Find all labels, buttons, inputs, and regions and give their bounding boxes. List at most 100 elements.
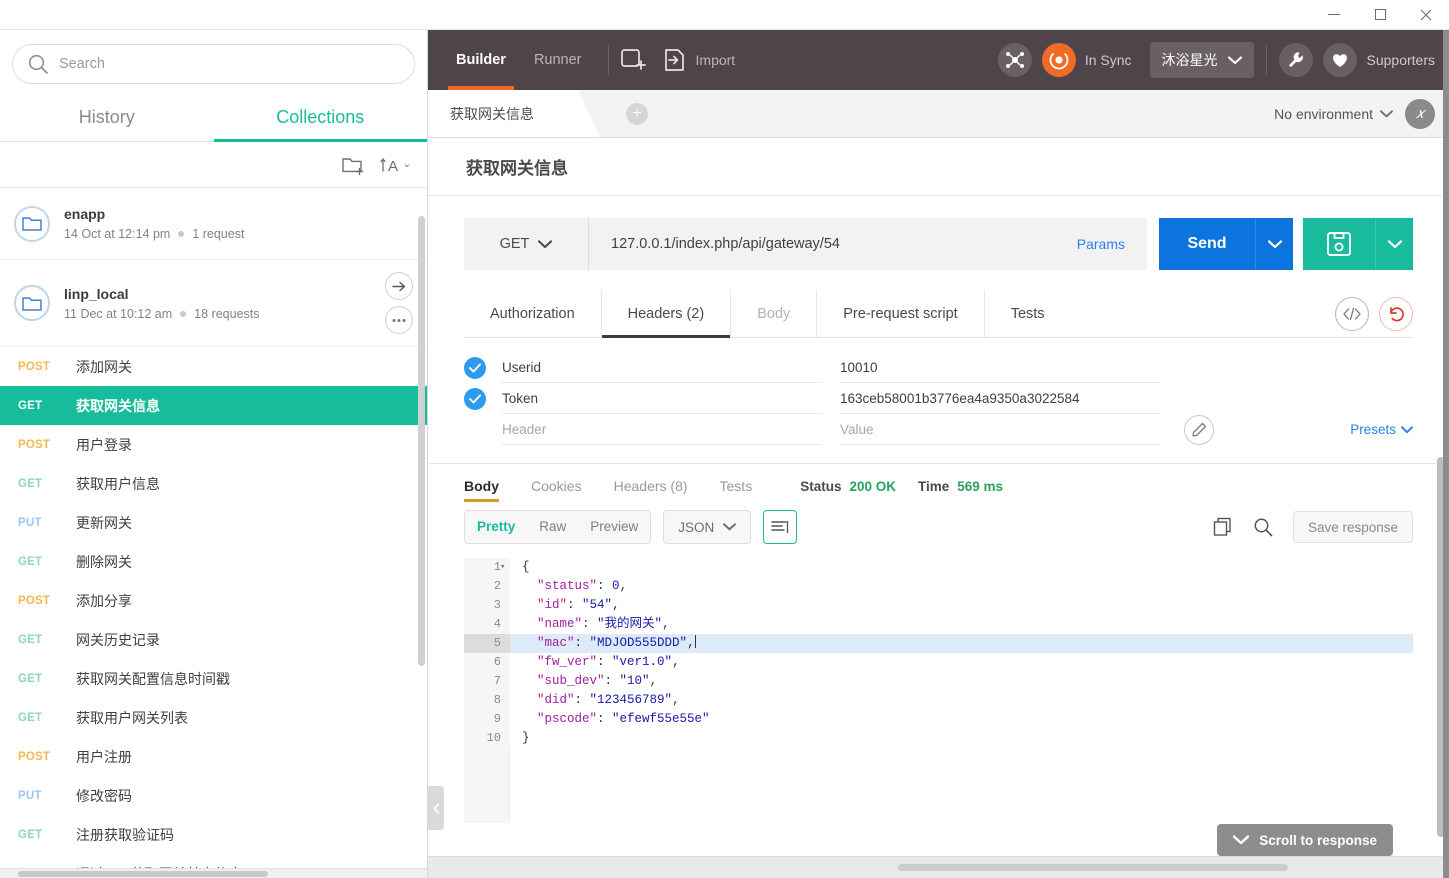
- save-options-button[interactable]: [1375, 218, 1413, 270]
- search-input[interactable]: [59, 56, 400, 72]
- code-brackets-icon[interactable]: [1335, 297, 1369, 331]
- scrollbar-thumb[interactable]: [18, 871, 268, 877]
- code-line: 1 ▾ {: [464, 558, 1413, 577]
- scroll-to-response-button[interactable]: Scroll to response: [1217, 824, 1393, 856]
- pencil-icon[interactable]: [1184, 414, 1214, 445]
- tab-collections[interactable]: Collections: [213, 94, 428, 142]
- window-minimize-button[interactable]: [1311, 0, 1357, 30]
- tab-authorization[interactable]: Authorization: [464, 290, 601, 337]
- window-close-button[interactable]: [1403, 0, 1449, 30]
- line-number: 3: [464, 596, 510, 615]
- fold-arrow-icon[interactable]: ▾: [500, 558, 505, 577]
- user-menu[interactable]: 沐浴星光: [1149, 42, 1254, 78]
- request-name: 获取用户网关列表: [76, 709, 188, 726]
- copy-icon[interactable]: [1213, 517, 1233, 537]
- wrench-icon[interactable]: [1278, 43, 1313, 77]
- scroll-to-response-label: Scroll to response: [1259, 832, 1377, 848]
- network-icon[interactable]: [997, 43, 1032, 77]
- response-format-selector[interactable]: JSON: [663, 510, 752, 544]
- send-options-button[interactable]: [1255, 218, 1293, 270]
- sidebar-horizontal-scrollbar[interactable]: [0, 868, 427, 878]
- http-method-selector[interactable]: GET: [464, 218, 589, 270]
- request-list-item[interactable]: GET 获取网关信息: [0, 386, 427, 425]
- tab-pre-request-script[interactable]: Pre-request script: [816, 290, 983, 337]
- request-list-item[interactable]: POST 用户注册: [0, 737, 427, 776]
- request-list-item[interactable]: PUT 更新网关: [0, 503, 427, 542]
- header-key[interactable]: Token: [502, 383, 822, 414]
- request-tab-active[interactable]: 获取网关信息: [428, 90, 578, 137]
- response-tab-headers[interactable]: Headers (8): [598, 478, 704, 508]
- ellipsis-icon[interactable]: [385, 306, 413, 334]
- search-box[interactable]: [12, 44, 415, 84]
- sort-alpha-ascending-icon[interactable]: A ⌄: [379, 155, 411, 175]
- response-tab-cookies[interactable]: Cookies: [515, 478, 598, 508]
- user-name: 沐浴星光: [1161, 52, 1218, 68]
- chevron-down-icon: [1380, 109, 1393, 118]
- presets-button[interactable]: Presets: [1350, 422, 1413, 437]
- code-text: "status": 0,: [537, 579, 628, 593]
- response-tab-tests[interactable]: Tests: [704, 478, 769, 508]
- header-value[interactable]: 163ceb58001b3776ea4a9350a3022584: [840, 383, 1160, 414]
- collection-row-linp-local[interactable]: linp_local 11 Dec at 10:12 am 18 request…: [0, 260, 427, 347]
- url-input[interactable]: [589, 236, 1055, 252]
- header-key-placeholder[interactable]: Header: [502, 414, 822, 445]
- status-label: Status: [800, 478, 842, 494]
- plus-icon[interactable]: +: [626, 102, 648, 125]
- tab-headers[interactable]: Headers (2): [600, 290, 731, 338]
- response-view-mode-group: Pretty Raw Preview: [464, 510, 652, 544]
- params-button[interactable]: Params: [1055, 218, 1147, 270]
- request-list-item[interactable]: POST 添加分享: [0, 581, 427, 620]
- eye-variable-icon[interactable]: 𝑥: [1405, 98, 1435, 129]
- supporters-label[interactable]: Supporters: [1367, 52, 1435, 68]
- header-enabled-checkbox[interactable]: [464, 387, 486, 410]
- scrollbar-thumb[interactable]: [898, 864, 1288, 871]
- arrow-right-icon[interactable]: [385, 272, 413, 300]
- word-wrap-icon[interactable]: [763, 510, 798, 544]
- header-key[interactable]: Userid: [502, 352, 822, 383]
- environment-selector[interactable]: No environment: [1274, 106, 1393, 122]
- undo-circle-icon[interactable]: [1379, 297, 1413, 331]
- header-enabled-checkbox[interactable]: [464, 356, 486, 379]
- header-value[interactable]: 10010: [840, 352, 1160, 383]
- search-icon[interactable]: [1253, 517, 1273, 537]
- request-method-badge: POST: [18, 594, 51, 607]
- mode-runner[interactable]: Runner: [520, 30, 596, 90]
- request-list-item[interactable]: GET 获取用户网关列表: [0, 698, 427, 737]
- import-button[interactable]: Import: [663, 48, 735, 72]
- view-mode-raw[interactable]: Raw: [527, 511, 578, 543]
- request-list-item[interactable]: GET 网关历史记录: [0, 620, 427, 659]
- sync-icon[interactable]: [1041, 43, 1076, 77]
- request-list-item[interactable]: GET 删除网关: [0, 542, 427, 581]
- collection-row-enapp[interactable]: enapp 14 Oct at 12:14 pm 1 request: [0, 188, 427, 260]
- header-value-placeholder[interactable]: Value: [840, 414, 1160, 445]
- mode-builder[interactable]: Builder: [442, 30, 520, 90]
- tab-tests[interactable]: Tests: [983, 290, 1071, 337]
- response-body-code[interactable]: 1 ▾{2 "status": 0, 3 "id": "54", 4 "name": …: [464, 558, 1413, 823]
- response-toolbar-right: Save response: [1213, 511, 1413, 543]
- save-response-button[interactable]: Save response: [1292, 511, 1413, 543]
- new-tab-button[interactable]: [620, 48, 649, 72]
- response-tab-body[interactable]: Body: [464, 478, 515, 508]
- window-maximize-button[interactable]: [1357, 0, 1403, 30]
- request-list-item[interactable]: GET 获取网关配置信息时间戳: [0, 659, 427, 698]
- heart-icon[interactable]: [1322, 43, 1357, 77]
- view-mode-pretty[interactable]: Pretty: [465, 511, 527, 543]
- request-list-item[interactable]: PUT 修改密码: [0, 776, 427, 815]
- request-list-item[interactable]: POST 添加网关: [0, 347, 427, 386]
- tab-body[interactable]: Body: [730, 290, 816, 337]
- request-list-item[interactable]: GET 获取用户信息: [0, 464, 427, 503]
- code-text: "pscode": "efewf55e55e": [537, 712, 710, 726]
- request-list-item[interactable]: POST 用户登录: [0, 425, 427, 464]
- sidebar-scrollbar[interactable]: [418, 216, 425, 666]
- send-button[interactable]: Send: [1159, 218, 1255, 270]
- tab-history[interactable]: History: [0, 94, 214, 141]
- main-horizontal-scrollbar[interactable]: [428, 856, 1449, 878]
- save-button[interactable]: [1303, 218, 1375, 270]
- sidebar-collapse-handle[interactable]: [428, 786, 444, 830]
- code-text: }: [522, 731, 530, 745]
- request-list-item[interactable]: GET 注册获取验证码: [0, 815, 427, 854]
- new-folder-icon[interactable]: [341, 155, 366, 175]
- view-mode-preview[interactable]: Preview: [578, 511, 650, 543]
- status-value: 200 OK: [849, 478, 896, 494]
- code-line: 9 "pscode": "efewf55e55e": [464, 710, 1413, 729]
